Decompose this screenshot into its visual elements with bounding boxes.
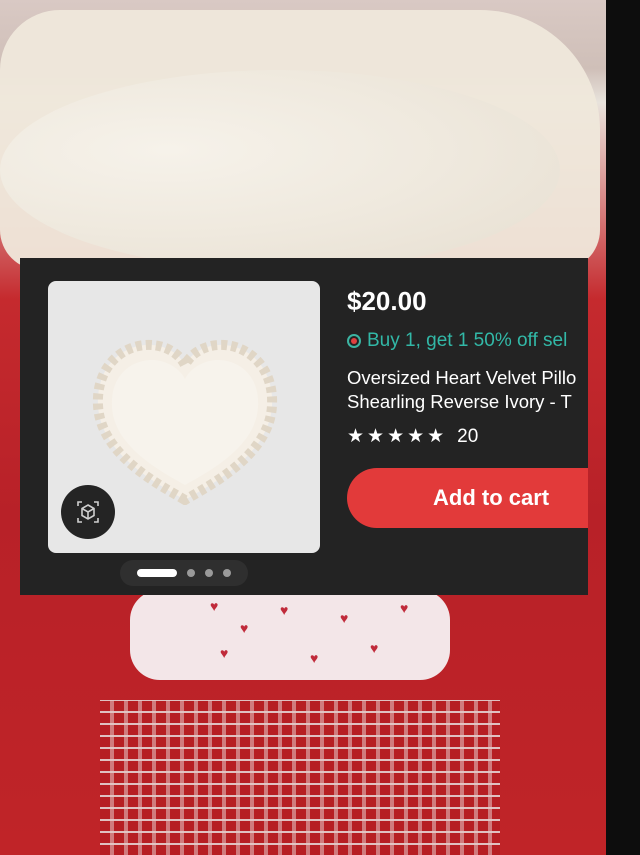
star-icon: ★★★★★ bbox=[347, 426, 448, 447]
shopping-cart-mesh bbox=[100, 700, 500, 855]
right-edge-strip bbox=[606, 0, 640, 855]
heart-pillow-photo bbox=[0, 70, 560, 270]
product-card[interactable]: $20.00 Buy 1, get 1 50% off sel Oversize… bbox=[20, 258, 588, 595]
product-title-line2: Shearling Reverse Ivory - T bbox=[347, 391, 572, 412]
product-title-line1: Oversized Heart Velvet Pillo bbox=[347, 367, 577, 388]
product-price: $20.00 bbox=[347, 286, 427, 316]
ar-view-button[interactable] bbox=[61, 485, 115, 539]
product-info: $20.00 Buy 1, get 1 50% off sel Oversize… bbox=[347, 286, 588, 447]
3d-cube-icon bbox=[77, 501, 99, 523]
product-rating[interactable]: ★★★★★ 20 bbox=[347, 425, 478, 448]
carousel-dot-active[interactable] bbox=[137, 569, 177, 577]
heart-pillow-image bbox=[92, 339, 278, 505]
promo-text: Buy 1, get 1 50% off sel bbox=[367, 330, 568, 351]
carousel-dot[interactable] bbox=[223, 569, 231, 577]
carousel-dot[interactable] bbox=[187, 569, 195, 577]
add-to-cart-button[interactable]: Add to cart bbox=[347, 468, 588, 528]
promo-offer[interactable]: Buy 1, get 1 50% off sel bbox=[347, 330, 567, 352]
carousel-dot[interactable] bbox=[205, 569, 213, 577]
heart-print-pillow-photo: ♥ ♥ ♥ ♥ ♥ ♥ ♥ ♥ bbox=[130, 590, 450, 680]
image-carousel-indicator[interactable] bbox=[120, 560, 248, 586]
product-image[interactable] bbox=[48, 281, 320, 553]
review-count: 20 bbox=[457, 425, 479, 447]
target-circle-icon bbox=[347, 334, 361, 348]
product-title[interactable]: Oversized Heart Velvet Pillo Shearling R… bbox=[347, 366, 576, 414]
